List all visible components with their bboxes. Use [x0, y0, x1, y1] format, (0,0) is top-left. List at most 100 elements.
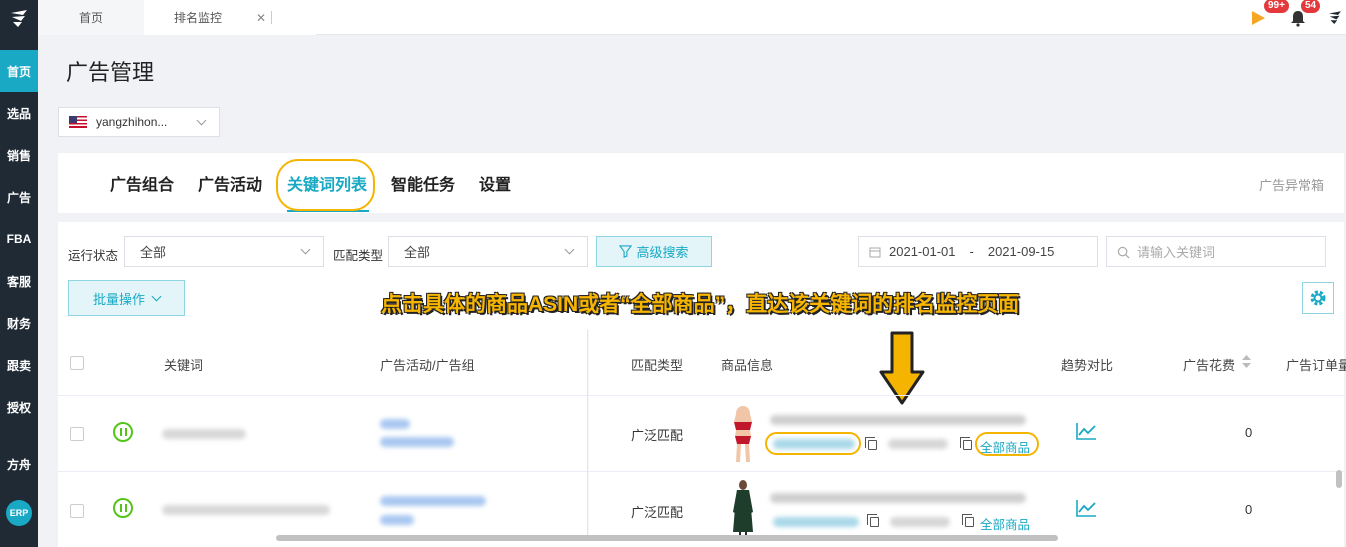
- fixed-column-shadow: [587, 330, 589, 537]
- annotation-text: 点击具体的商品ASIN或者“全部商品”，直达该关键词的排名监控页面: [381, 293, 1020, 316]
- user-avatar-icon[interactable]: [1326, 0, 1344, 35]
- row-checkbox[interactable]: [70, 427, 84, 441]
- keyword-text-blurred: [162, 429, 246, 439]
- sidebar-item-home[interactable]: 首页: [0, 50, 38, 92]
- advanced-search-button[interactable]: 高级搜索: [596, 236, 712, 267]
- asin-link-blurred[interactable]: [773, 517, 859, 527]
- erp-button[interactable]: ERP: [6, 500, 32, 526]
- sku-text-blurred: [890, 517, 950, 527]
- us-flag-icon: [69, 116, 87, 128]
- date-end: 2021-09-15: [987, 244, 1055, 259]
- trend-chart-icon[interactable]: [1076, 422, 1097, 440]
- header-keyword: 关键词: [164, 358, 204, 373]
- batch-operations-button[interactable]: 批量操作: [68, 280, 185, 316]
- product-image[interactable]: [724, 402, 762, 464]
- row-checkbox[interactable]: [70, 504, 84, 518]
- date-start: 2021-01-01: [889, 244, 956, 259]
- match-type-cell: 广泛匹配: [631, 428, 684, 443]
- store-name: yangzhihon...: [96, 115, 168, 129]
- pause-status-icon[interactable]: [113, 498, 133, 518]
- product-title-blurred: [770, 415, 1026, 425]
- sidebar-item-sales[interactable]: 销售: [0, 134, 38, 176]
- play-icon[interactable]: 99+: [1250, 0, 1289, 35]
- filter-icon: [619, 245, 633, 258]
- match-type-value: 全部: [404, 245, 431, 260]
- horizontal-scrollbar[interactable]: [276, 535, 1058, 541]
- highlight-circle: [975, 432, 1039, 456]
- sidebar-item-fba[interactable]: FBA: [0, 218, 38, 260]
- search-icon: [1117, 246, 1130, 259]
- tab-portfolio[interactable]: 广告组合: [110, 153, 174, 213]
- tab-home[interactable]: 首页: [38, 0, 144, 35]
- copy-icon[interactable]: [960, 437, 972, 450]
- notifications-badge: 54: [1301, 0, 1321, 13]
- product-title-blurred: [770, 493, 1026, 503]
- filter-panel: 运行状态 全部 匹配类型 全部 高级搜索 2021-01-01 - 2021-0…: [58, 222, 1344, 547]
- select-all-checkbox[interactable]: [70, 356, 84, 370]
- ad-alert-box-link[interactable]: 广告异常箱: [1259, 175, 1324, 194]
- app-logo-icon[interactable]: [0, 0, 38, 38]
- ad-spend-value: 0: [1245, 502, 1253, 517]
- header-trend: 趋势对比: [1061, 358, 1114, 373]
- tab-settings[interactable]: 设置: [479, 153, 511, 213]
- header-divider: [58, 395, 1344, 396]
- header-match-type: 匹配类型: [631, 358, 684, 373]
- product-image[interactable]: [724, 478, 762, 538]
- sidebar-item-product-selection[interactable]: 选品: [0, 92, 38, 134]
- sku-text-blurred: [888, 439, 948, 449]
- trend-chart-icon[interactable]: [1076, 499, 1097, 517]
- sidebar-item-customer-service[interactable]: 客服: [0, 260, 38, 302]
- sidebar-item-ads[interactable]: 广告: [0, 176, 38, 218]
- pause-status-icon[interactable]: [113, 422, 133, 442]
- header-product-info: 商品信息: [721, 358, 774, 373]
- campaign-link-blurred[interactable]: [380, 496, 486, 506]
- tab-divider: [271, 11, 272, 24]
- main-tabs: 广告组合 广告活动 关键词列表 智能任务 设置 广告异常箱: [58, 153, 1344, 213]
- store-select[interactable]: yangzhihon...: [58, 107, 220, 137]
- highlight-circle: [765, 432, 861, 455]
- copy-icon[interactable]: [867, 514, 879, 527]
- chevron-down-icon: [564, 244, 575, 255]
- advanced-search-label: 高级搜索: [636, 245, 689, 260]
- tab-rank-monitor[interactable]: 排名监控 ✕: [144, 0, 316, 35]
- match-type-label: 匹配类型: [333, 249, 384, 263]
- sort-icon[interactable]: [1242, 355, 1251, 368]
- tab-smart-tasks[interactable]: 智能任务: [391, 153, 455, 213]
- date-range-picker[interactable]: 2021-01-01 - 2021-09-15: [858, 236, 1098, 267]
- run-status-select[interactable]: 全部: [124, 236, 324, 267]
- chevron-down-icon: [196, 115, 207, 126]
- chevron-down-icon: [151, 291, 162, 301]
- tab-home-label: 首页: [78, 11, 103, 25]
- sidebar-item-follow-sell[interactable]: 跟卖: [0, 344, 38, 386]
- sidebar-item-finance[interactable]: 财务: [0, 302, 38, 344]
- run-status-value: 全部: [140, 245, 167, 260]
- tab-campaigns[interactable]: 广告活动: [198, 153, 262, 213]
- batch-operations-label: 批量操作: [92, 291, 145, 307]
- calendar-icon: [869, 247, 881, 258]
- bell-icon[interactable]: 54: [1289, 0, 1321, 35]
- header-campaign-group: 广告活动/广告组: [380, 358, 475, 373]
- page-title: 广告管理: [66, 60, 155, 85]
- gear-icon: [1310, 290, 1326, 306]
- keyword-text-blurred: [162, 505, 330, 515]
- match-type-select[interactable]: 全部: [388, 236, 588, 267]
- date-separator: -: [969, 244, 974, 259]
- copy-icon[interactable]: [962, 514, 974, 527]
- highlight-circle: [276, 159, 375, 211]
- keyword-search-input[interactable]: 请输入关键词: [1106, 236, 1326, 267]
- header-ad-spend[interactable]: 广告花费: [1183, 355, 1235, 374]
- messages-badge: 99+: [1264, 0, 1289, 13]
- vertical-scrollbar[interactable]: [1336, 470, 1342, 488]
- sidebar-item-ark[interactable]: 方舟: [0, 443, 38, 485]
- close-icon[interactable]: ✕: [256, 11, 266, 25]
- adgroup-link-blurred[interactable]: [380, 515, 414, 525]
- run-status-label: 运行状态: [68, 249, 119, 263]
- chevron-down-icon: [300, 244, 311, 255]
- all-products-link[interactable]: 全部商品: [980, 514, 1030, 533]
- column-settings-button[interactable]: [1302, 282, 1334, 314]
- sidebar-item-authorization[interactable]: 授权: [0, 386, 38, 428]
- campaign-link-blurred[interactable]: [380, 419, 410, 429]
- row-divider: [58, 471, 1344, 472]
- copy-icon[interactable]: [865, 437, 877, 450]
- adgroup-link-blurred[interactable]: [380, 437, 454, 447]
